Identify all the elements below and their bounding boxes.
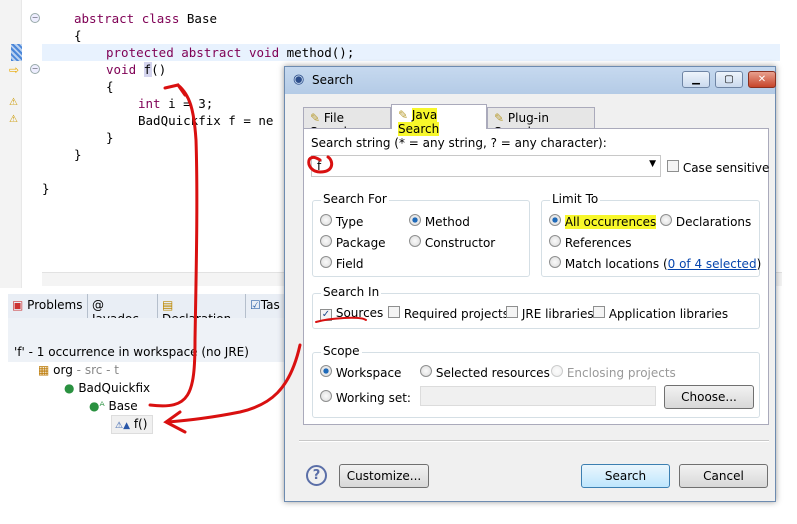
arrow-to-f-definition xyxy=(148,83,199,408)
java-search-icon: ✎ xyxy=(398,108,409,122)
red-annotations xyxy=(148,83,367,434)
tab-java-search[interactable]: ✎ Java Search xyxy=(391,104,487,136)
arrow-to-f-result xyxy=(163,343,302,434)
underline-sources xyxy=(315,316,367,323)
circle-search-string xyxy=(307,155,334,174)
